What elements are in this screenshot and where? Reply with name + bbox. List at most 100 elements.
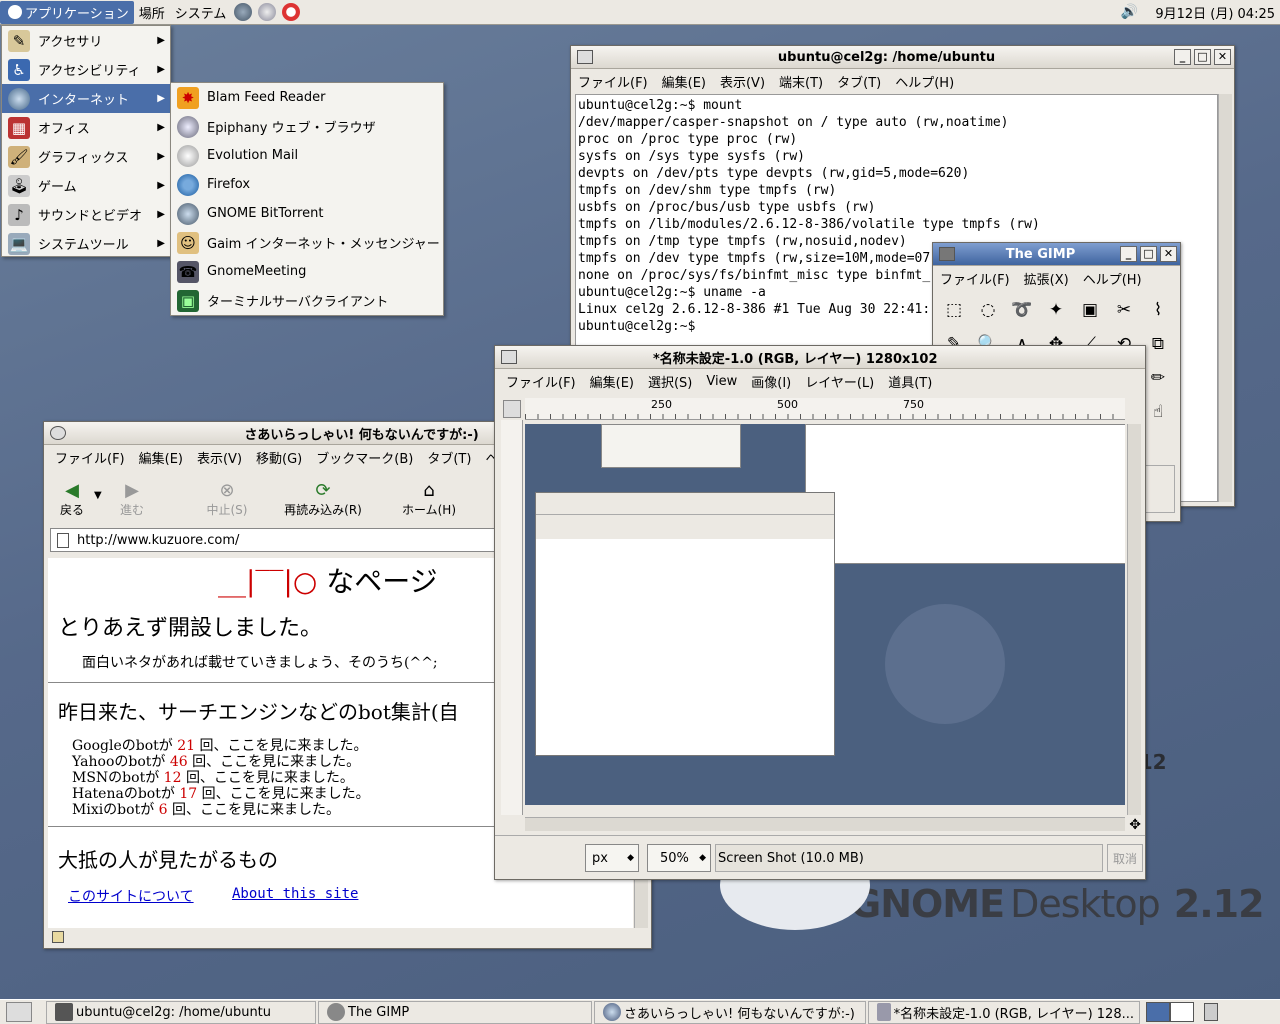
quick-mask-button[interactable] (503, 400, 521, 418)
menu-item-terminal-server-client[interactable]: ▣ ターミナルサーバクライアント (171, 286, 443, 315)
menu-select[interactable]: 選択(S) (641, 372, 699, 391)
image-icon (877, 1003, 891, 1021)
toolbox-titlebar[interactable]: The GIMP _ □ ✕ (933, 243, 1180, 266)
menu-item-internet[interactable]: インターネット ▶ (2, 84, 170, 113)
menu-extensions[interactable]: 拡張(X) (1017, 269, 1076, 288)
list-item: Googleのbotが 21 回、ここを見に来ました。 (72, 738, 368, 754)
menu-item-gnomemeeting[interactable]: ☎ GnomeMeeting (171, 257, 443, 286)
menu-terminal[interactable]: 端末(T) (772, 72, 830, 91)
menu-help[interactable]: ヘルプ(H) (1076, 269, 1149, 288)
menu-file[interactable]: ファイル(F) (933, 269, 1017, 288)
menu-item-firefox[interactable]: Firefox (171, 170, 443, 199)
terminal-titlebar[interactable]: ubuntu@cel2g: /home/ubuntu _ □ ✕ (571, 46, 1234, 69)
menu-file[interactable]: ファイル(F) (499, 372, 583, 391)
menu-item-gaim[interactable]: ☺ Gaim インターネット・メッセンジャー (171, 228, 443, 257)
cancel-button[interactable]: 取消 (1107, 844, 1143, 872)
menu-image[interactable]: 画像(I) (744, 372, 798, 391)
back-dropdown-icon[interactable]: ▼ (94, 490, 102, 501)
accessibility-icon: ♿ (8, 58, 30, 81)
evolution-launcher-icon[interactable] (258, 3, 277, 21)
menu-edit[interactable]: 編集(E) (655, 72, 713, 91)
about-link-ja[interactable]: このサイトについて (68, 886, 194, 906)
ruler-label: 250 (651, 398, 672, 411)
menu-item-office[interactable]: ▦ オフィス ▶ (2, 113, 170, 142)
vertical-scrollbar[interactable] (1127, 424, 1141, 815)
epiphany-launcher-icon[interactable] (234, 3, 253, 21)
taskbar-item-gimp-image[interactable]: *名称未設定-1.0 (RGB, レイヤー) 128... (868, 1000, 1140, 1024)
menu-item-blam[interactable]: ✸ Blam Feed Reader (171, 83, 443, 112)
menu-view[interactable]: 表示(V) (190, 448, 249, 467)
help-launcher-icon[interactable] (282, 3, 301, 21)
menu-item-accessories[interactable]: ✎ アクセサリ ▶ (2, 26, 170, 55)
menu-file[interactable]: ファイル(F) (48, 448, 132, 467)
maximize-button[interactable]: □ (1140, 246, 1157, 262)
lasso-icon[interactable]: ➰ (1007, 295, 1037, 325)
unit-select[interactable]: px ◆ (585, 844, 639, 872)
home-button[interactable]: ⌂ ホーム(H) (394, 480, 464, 518)
magic-wand-icon[interactable]: ✦ (1041, 295, 1071, 325)
menu-help[interactable]: ヘルプ(H) (888, 72, 961, 91)
screenshot-thumbnail-taskbar (525, 805, 1125, 815)
stop-button[interactable]: ⊗ 中止(S) (202, 480, 252, 518)
menu-file[interactable]: ファイル(F) (571, 72, 655, 91)
taskbar-item-gimp[interactable]: The GIMP (318, 1000, 592, 1024)
clock[interactable]: 9月12日 (月) 04:25 (1150, 1, 1280, 24)
back-button[interactable]: ◀ 戻る (52, 480, 92, 518)
forward-button[interactable]: ▶ 進む (112, 480, 152, 518)
menu-layer[interactable]: レイヤー(L) (798, 372, 881, 391)
system-menu-button[interactable]: システム (170, 1, 232, 24)
trash-icon[interactable] (1204, 1003, 1218, 1021)
terminal-scrollbar[interactable] (1218, 94, 1232, 502)
close-button[interactable]: ✕ (1160, 246, 1177, 262)
menu-item-accessibility[interactable]: ♿ アクセシビリティ ▶ (2, 55, 170, 84)
smudge-icon[interactable]: ☝ (1143, 397, 1173, 427)
ellipse-select-icon[interactable]: ◌ (973, 295, 1003, 325)
navigate-icon[interactable]: ✥ (1129, 817, 1141, 833)
close-button[interactable]: ✕ (1214, 49, 1231, 65)
scale-icon[interactable]: ⧉ (1143, 329, 1173, 359)
menu-item-evolution[interactable]: Evolution Mail (171, 141, 443, 170)
menu-item-bittorrent[interactable]: GNOME BitTorrent (171, 199, 443, 228)
scissors-icon[interactable]: ✂ (1109, 295, 1139, 325)
volume-icon[interactable]: 🔊 (1121, 4, 1138, 20)
menu-item-games[interactable]: 🕹 ゲーム ▶ (2, 171, 170, 200)
menu-view[interactable]: View (699, 374, 744, 389)
horizontal-scrollbar[interactable] (525, 817, 1125, 831)
menu-item-graphics[interactable]: 🖌 グラフィックス ▶ (2, 142, 170, 171)
workspace-switcher[interactable] (1146, 1002, 1194, 1022)
menu-edit[interactable]: 編集(E) (132, 448, 190, 467)
menu-item-sound-video[interactable]: ♪ サウンドとビデオ ▶ (2, 200, 170, 229)
color-select-icon[interactable]: ▣ (1075, 295, 1105, 325)
menu-bookmarks[interactable]: ブックマーク(B) (309, 448, 420, 467)
applications-menu-button[interactable]: アプリケーション (0, 0, 134, 24)
paths-icon[interactable]: ⌇ (1143, 295, 1173, 325)
workspace-1[interactable] (1146, 1002, 1170, 1022)
menu-tabs[interactable]: タブ(T) (830, 72, 888, 91)
minimize-button[interactable]: _ (1174, 49, 1191, 65)
maximize-button[interactable]: □ (1194, 49, 1211, 65)
pencil-icon[interactable]: ✏ (1143, 363, 1173, 393)
menu-go[interactable]: 移動(G) (249, 448, 309, 467)
internet-icon (8, 87, 30, 110)
taskbar-item-terminal[interactable]: ubuntu@cel2g: /home/ubuntu (46, 1000, 316, 1024)
reload-button[interactable]: ⟳ 再読み込み(R) (278, 480, 368, 518)
menu-item-system-tools[interactable]: 💻 システムツール ▶ (2, 229, 170, 258)
submenu-arrow-icon: ▶ (157, 238, 165, 249)
menu-tabs[interactable]: タブ(T) (420, 448, 478, 467)
about-link-en[interactable]: About this site (232, 886, 358, 902)
image-canvas[interactable] (525, 424, 1125, 815)
zoom-select[interactable]: 50% ◆ (647, 844, 711, 872)
workspace-2[interactable] (1170, 1002, 1194, 1022)
rect-select-icon[interactable]: ⬚ (939, 295, 969, 325)
menu-tools[interactable]: 道具(T) (881, 372, 939, 391)
taskbar-item-browser[interactable]: さあいらっしゃい! 何もないんですが:-) (594, 1000, 866, 1024)
submenu-arrow-icon: ▶ (157, 151, 165, 162)
minimize-button[interactable]: _ (1120, 246, 1137, 262)
places-menu-button[interactable]: 場所 (134, 1, 170, 24)
menu-view[interactable]: 表示(V) (713, 72, 772, 91)
image-titlebar[interactable]: *名称未設定-1.0 (RGB, レイヤー) 1280x102 (495, 346, 1145, 369)
show-desktop-button[interactable] (6, 1002, 32, 1022)
menu-item-epiphany[interactable]: Epiphany ウェブ・ブラウザ (171, 112, 443, 141)
menu-edit[interactable]: 編集(E) (583, 372, 641, 391)
horizontal-ruler: 250 500 750 (525, 398, 1125, 420)
